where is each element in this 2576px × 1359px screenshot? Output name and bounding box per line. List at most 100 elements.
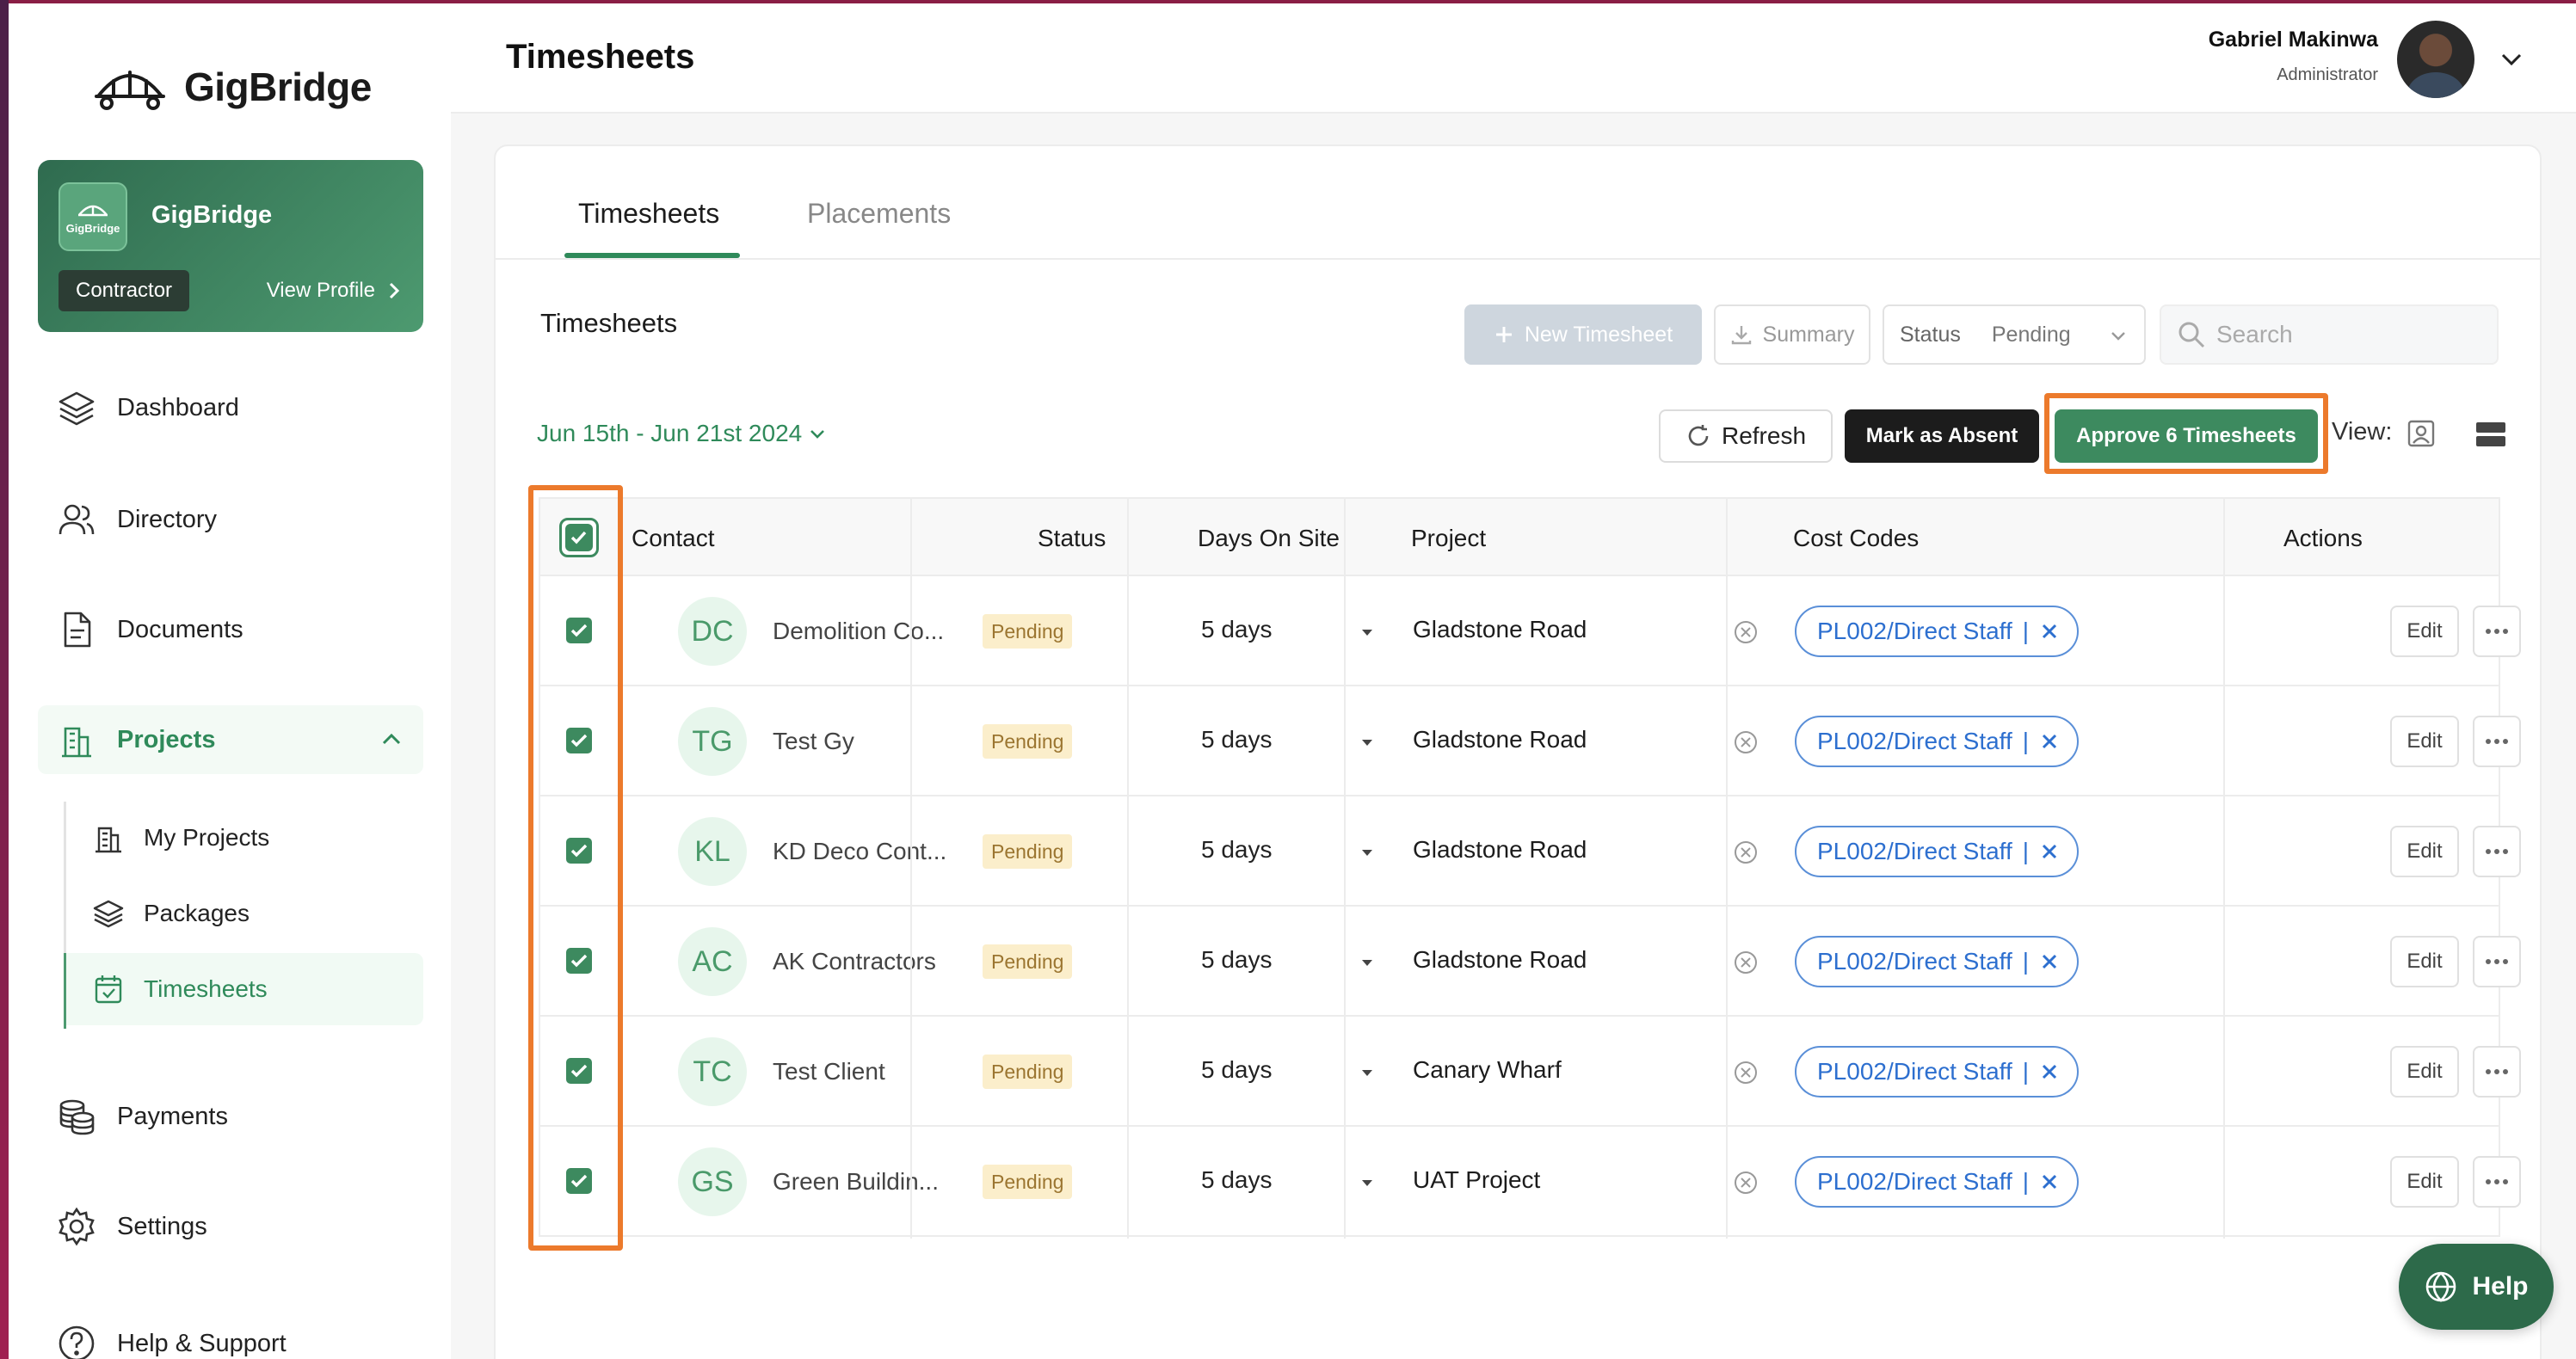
cost-code-chip[interactable]: PL002/Direct Staff | bbox=[1795, 1046, 2080, 1098]
cost-code-chip[interactable]: PL002/Direct Staff | bbox=[1795, 1156, 2080, 1208]
cost-code-label: PL002/Direct Staff bbox=[1817, 728, 2012, 754]
project-name[interactable]: UAT Project bbox=[1413, 1166, 1540, 1194]
summary-button[interactable]: Summary bbox=[1714, 304, 1870, 365]
table-row[interactable]: AC AK Contractors Pending 5 days Gladsto… bbox=[539, 907, 2521, 1017]
close-icon[interactable] bbox=[2039, 621, 2060, 642]
more-options-button[interactable] bbox=[2473, 936, 2521, 987]
contact-name[interactable]: KD Deco Cont... bbox=[773, 838, 946, 865]
more-options-button[interactable] bbox=[2473, 826, 2521, 877]
list-view-icon[interactable] bbox=[2474, 420, 2507, 449]
table-row[interactable]: GS Green Buildin... Pending 5 days UAT P… bbox=[539, 1127, 2521, 1237]
days-on-site-select[interactable]: 5 days bbox=[1201, 946, 1273, 974]
caret-down-icon[interactable] bbox=[1359, 845, 1375, 860]
tab-timesheets[interactable]: Timesheets bbox=[578, 198, 719, 230]
chevron-down-icon[interactable] bbox=[2499, 46, 2524, 72]
close-icon[interactable] bbox=[2039, 1061, 2060, 1082]
edit-button[interactable]: Edit bbox=[2390, 826, 2459, 877]
clear-circle-icon[interactable] bbox=[1733, 839, 1759, 865]
header-cost-codes[interactable]: Cost Codes bbox=[1793, 525, 1919, 552]
more-options-button[interactable] bbox=[2473, 1156, 2521, 1208]
help-button[interactable]: Help bbox=[2399, 1244, 2554, 1330]
contact-name[interactable]: Demolition Co... bbox=[773, 618, 944, 645]
header-project[interactable]: Project bbox=[1411, 525, 1486, 552]
date-range-picker[interactable]: Jun 15th - Jun 21st 2024 bbox=[537, 420, 828, 447]
close-icon[interactable] bbox=[2039, 731, 2060, 752]
header-days-on-site[interactable]: Days On Site bbox=[1198, 525, 1340, 552]
brand-logo[interactable]: GigBridge bbox=[95, 60, 372, 114]
days-on-site-select[interactable]: 5 days bbox=[1201, 616, 1273, 643]
table-row[interactable]: KL KD Deco Cont... Pending 5 days Gladst… bbox=[539, 796, 2521, 907]
table-row[interactable]: TC Test Client Pending 5 days Canary Wha… bbox=[539, 1017, 2521, 1127]
caret-down-icon[interactable] bbox=[1359, 624, 1375, 640]
view-profile-link[interactable]: View Profile bbox=[267, 270, 401, 311]
cost-code-label: PL002/Direct Staff bbox=[1817, 1168, 2012, 1195]
edit-button[interactable]: Edit bbox=[2390, 1156, 2459, 1208]
mark-absent-button[interactable]: Mark as Absent bbox=[1845, 409, 2039, 463]
refresh-button[interactable]: Refresh bbox=[1659, 409, 1833, 463]
status-filter-select[interactable]: Status Pending bbox=[1883, 304, 2146, 365]
header-status[interactable]: Status bbox=[1038, 525, 1106, 552]
user-avatar[interactable] bbox=[2397, 21, 2474, 98]
edit-button[interactable]: Edit bbox=[2390, 1046, 2459, 1098]
subnav-packages[interactable]: Packages bbox=[66, 877, 423, 950]
edit-button[interactable]: Edit bbox=[2390, 936, 2459, 987]
project-name[interactable]: Gladstone Road bbox=[1413, 616, 1587, 643]
clear-circle-icon[interactable] bbox=[1733, 1170, 1759, 1196]
cost-code-chip[interactable]: PL002/Direct Staff | bbox=[1795, 716, 2080, 767]
search-input[interactable]: Search bbox=[2160, 304, 2499, 365]
approve-timesheets-button[interactable]: Approve 6 Timesheets bbox=[2055, 409, 2318, 463]
table-row[interactable]: DC Demolition Co... Pending 5 days Glads… bbox=[539, 576, 2521, 686]
subnav-my-projects[interactable]: My Projects bbox=[66, 802, 423, 874]
card-view-icon[interactable] bbox=[2406, 418, 2437, 449]
subnav-timesheets[interactable]: Timesheets bbox=[66, 953, 423, 1025]
nav-documents[interactable]: Documents bbox=[38, 595, 423, 664]
contact-initials-avatar: TC bbox=[678, 1037, 747, 1106]
caret-down-icon[interactable] bbox=[1359, 955, 1375, 970]
clear-circle-icon[interactable] bbox=[1733, 729, 1759, 755]
caret-down-icon[interactable] bbox=[1359, 1175, 1375, 1190]
new-timesheet-button[interactable]: New Timesheet bbox=[1464, 304, 1702, 365]
close-icon[interactable] bbox=[2039, 951, 2060, 972]
nav-projects[interactable]: Projects bbox=[38, 705, 423, 774]
window-left-border bbox=[0, 0, 9, 1359]
caret-down-icon[interactable] bbox=[1359, 735, 1375, 750]
table-row[interactable]: TG Test Gy Pending 5 days Gladstone Road… bbox=[539, 686, 2521, 796]
caret-down-icon[interactable] bbox=[1359, 1065, 1375, 1080]
subnav-packages-label: Packages bbox=[144, 900, 250, 926]
edit-button[interactable]: Edit bbox=[2390, 716, 2459, 767]
more-options-button[interactable] bbox=[2473, 1046, 2521, 1098]
more-options-button[interactable] bbox=[2473, 606, 2521, 657]
cost-code-chip[interactable]: PL002/Direct Staff | bbox=[1795, 936, 2080, 987]
contact-initials-avatar: AC bbox=[678, 927, 747, 996]
project-name[interactable]: Gladstone Road bbox=[1413, 946, 1587, 974]
clear-circle-icon[interactable] bbox=[1733, 1060, 1759, 1085]
edit-button[interactable]: Edit bbox=[2390, 606, 2459, 657]
project-name[interactable]: Gladstone Road bbox=[1413, 726, 1587, 753]
days-on-site-select[interactable]: 5 days bbox=[1201, 1056, 1273, 1084]
days-on-site-select[interactable]: 5 days bbox=[1201, 726, 1273, 753]
days-on-site-select[interactable]: 5 days bbox=[1201, 1166, 1273, 1194]
nav-directory[interactable]: Directory bbox=[38, 485, 423, 554]
more-options-button[interactable] bbox=[2473, 716, 2521, 767]
nav-help-support[interactable]: Help & Support bbox=[38, 1309, 423, 1359]
contact-name[interactable]: Green Buildin... bbox=[773, 1168, 939, 1196]
nav-payments[interactable]: Payments bbox=[38, 1082, 423, 1151]
tab-placements[interactable]: Placements bbox=[807, 198, 951, 230]
clear-circle-icon[interactable] bbox=[1733, 950, 1759, 975]
nav-dashboard[interactable]: Dashboard bbox=[38, 373, 423, 442]
contact-name[interactable]: Test Gy bbox=[773, 728, 854, 755]
checkbox-column-highlight bbox=[528, 485, 623, 1251]
close-icon[interactable] bbox=[2039, 1171, 2060, 1192]
help-circle-icon bbox=[59, 1325, 95, 1359]
project-name[interactable]: Canary Wharf bbox=[1413, 1056, 1562, 1084]
clear-circle-icon[interactable] bbox=[1733, 619, 1759, 645]
contact-name[interactable]: Test Client bbox=[773, 1058, 885, 1085]
cost-code-chip[interactable]: PL002/Direct Staff | bbox=[1795, 606, 2080, 657]
project-name[interactable]: Gladstone Road bbox=[1413, 836, 1587, 864]
chevron-up-icon[interactable] bbox=[380, 729, 403, 751]
close-icon[interactable] bbox=[2039, 841, 2060, 862]
days-on-site-select[interactable]: 5 days bbox=[1201, 836, 1273, 864]
nav-settings[interactable]: Settings bbox=[38, 1192, 423, 1261]
cost-code-chip[interactable]: PL002/Direct Staff | bbox=[1795, 826, 2080, 877]
header-contact[interactable]: Contact bbox=[632, 525, 715, 552]
